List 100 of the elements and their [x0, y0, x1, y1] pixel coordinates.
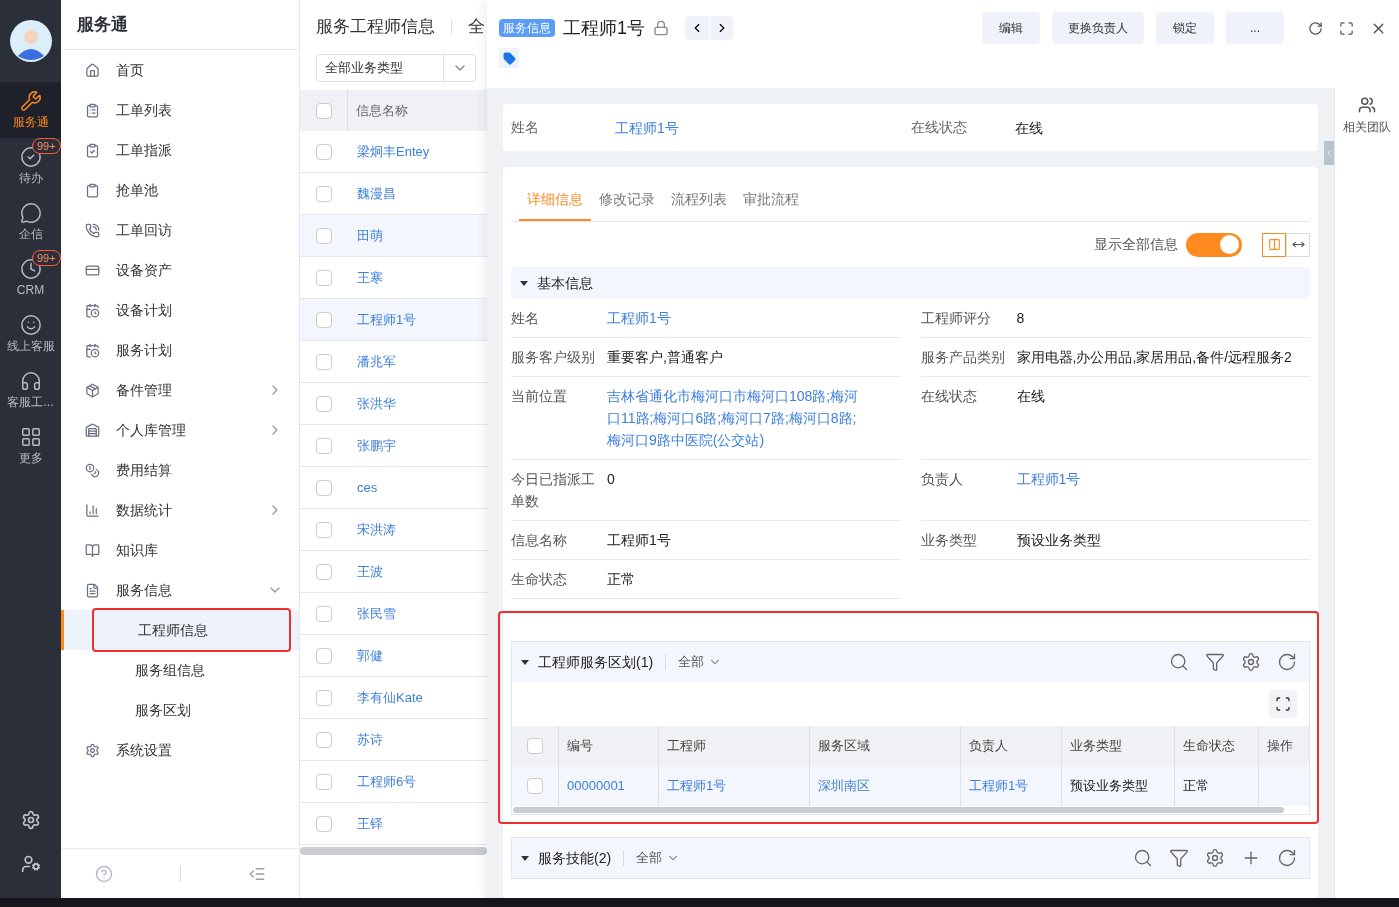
wide-view-button[interactable]	[1286, 232, 1310, 257]
checkbox[interactable]	[315, 102, 332, 119]
name-link[interactable]: 王波	[347, 561, 383, 582]
side-label[interactable]: 相关团队	[1343, 118, 1391, 136]
expand-button[interactable]	[1269, 690, 1297, 718]
avatar[interactable]	[9, 20, 52, 62]
value-link[interactable]: 工程师1号	[607, 307, 865, 329]
lock-icon[interactable]	[653, 20, 669, 36]
filter-icon[interactable]	[1169, 848, 1189, 868]
cell-link[interactable]: 00000001	[567, 776, 625, 796]
name-link[interactable]: 田萌	[347, 225, 383, 246]
toggle-switch[interactable]	[1186, 232, 1242, 257]
nav-subitem[interactable]: 服务区划	[61, 690, 299, 730]
caret-icon[interactable]	[520, 853, 530, 863]
action-button[interactable]: 编辑	[982, 12, 1040, 44]
nav-item[interactable]: 系统设置	[61, 730, 299, 770]
nav-item[interactable]: 抢单池	[61, 170, 299, 210]
cell-link[interactable]: 深圳南区	[818, 776, 870, 796]
caret-icon[interactable]	[519, 278, 529, 288]
detail-tab[interactable]: 审批流程	[735, 179, 807, 221]
user-list-icon[interactable]	[20, 854, 41, 874]
nav-item[interactable]: 服务计划	[61, 330, 299, 370]
name-link[interactable]: 宋洪涛	[347, 519, 396, 540]
checkbox[interactable]	[315, 647, 332, 664]
nav-item[interactable]: 设备计划	[61, 290, 299, 330]
checkbox[interactable]	[315, 395, 332, 412]
fullscreen-icon[interactable]	[1339, 20, 1354, 36]
nav-item[interactable]: 知识库	[61, 530, 299, 570]
checkbox[interactable]	[315, 353, 332, 370]
nav-item[interactable]: 首页	[61, 50, 299, 90]
name-link[interactable]: 工程师6号	[347, 771, 417, 792]
name-link[interactable]: 工程师1号	[347, 309, 417, 330]
value-link[interactable]: 工程师1号	[1016, 468, 1308, 490]
checkbox[interactable]	[315, 269, 332, 286]
name-link[interactable]: 梁炯丰Entey	[347, 141, 430, 162]
settings-icon[interactable]	[1205, 848, 1225, 868]
action-button[interactable]: 锁定	[1156, 12, 1214, 44]
refresh-icon[interactable]	[1308, 20, 1323, 36]
settings-icon[interactable]	[20, 810, 41, 830]
checkbox[interactable]	[315, 143, 332, 160]
rail-item[interactable]: CRM 99+	[0, 250, 61, 306]
checkbox[interactable]	[527, 738, 543, 754]
settings-icon[interactable]	[1241, 652, 1261, 672]
help-icon[interactable]	[94, 864, 113, 883]
nav-item[interactable]: 费用结算	[61, 450, 299, 490]
checkbox[interactable]	[315, 185, 332, 202]
rail-item[interactable]: 服务通	[0, 82, 61, 138]
cell-link[interactable]: 工程师1号	[667, 776, 727, 796]
list-row[interactable]: 工程师1号	[300, 299, 487, 341]
filter-dropdown[interactable]: 全部	[678, 652, 723, 672]
action-button[interactable]: 更换负责人	[1052, 12, 1144, 44]
name-link[interactable]: 王铎	[347, 813, 383, 834]
name-link[interactable]: 张民雪	[347, 603, 396, 624]
checkbox[interactable]	[315, 521, 332, 538]
name-link[interactable]: 苏诗	[347, 729, 383, 750]
scrollbar[interactable]	[300, 847, 487, 855]
rail-item[interactable]: 客服工...	[0, 362, 61, 418]
team-icon[interactable]	[1358, 96, 1376, 114]
checkbox[interactable]	[315, 689, 332, 706]
value-link[interactable]: 工程师1号	[615, 116, 679, 139]
checkbox[interactable]	[315, 731, 332, 748]
rail-item[interactable]: 企信	[0, 194, 61, 250]
detail-tab[interactable]: 详细信息	[519, 179, 591, 221]
filter-icon[interactable]	[1205, 652, 1225, 672]
checkbox[interactable]	[315, 815, 332, 832]
refresh-icon[interactable]	[1277, 652, 1297, 672]
name-link[interactable]: 郭健	[347, 645, 383, 666]
nav-item[interactable]: 服务信息	[61, 570, 299, 610]
name-link[interactable]: ces	[347, 477, 378, 498]
name-link[interactable]: 李有仙Kate	[347, 687, 423, 708]
name-link[interactable]: 王寒	[347, 267, 383, 288]
search-icon[interactable]	[1133, 848, 1153, 868]
scrollbar[interactable]	[513, 807, 1285, 813]
action-button[interactable]: ...	[1226, 12, 1284, 44]
checkbox[interactable]	[315, 479, 332, 496]
checkbox[interactable]	[315, 773, 332, 790]
nav-item[interactable]: 设备资产	[61, 250, 299, 290]
nav-item[interactable]: 备件管理	[61, 370, 299, 410]
name-link[interactable]: 张洪华	[347, 393, 396, 414]
nav-item[interactable]: 工单指派	[61, 130, 299, 170]
value-link[interactable]: 吉林省通化市梅河口市梅河口108路;梅河口11路;梅河口6路;梅河口7路;梅河口8路;梅河口9路中医院(公交站)	[607, 385, 865, 451]
checkbox[interactable]	[315, 605, 332, 622]
rail-item[interactable]: 待办 99+	[0, 138, 61, 194]
columns-view-button[interactable]	[1262, 232, 1286, 257]
tag-button[interactable]	[499, 48, 519, 68]
name-link[interactable]: 张鹏宇	[347, 435, 396, 456]
checkbox[interactable]	[527, 778, 543, 794]
checkbox[interactable]	[315, 437, 332, 454]
cell-link[interactable]: 工程师1号	[969, 776, 1029, 796]
rail-item[interactable]: 更多	[0, 418, 61, 474]
caret-icon[interactable]	[520, 657, 530, 667]
checkbox[interactable]	[315, 227, 332, 244]
detail-tab[interactable]: 流程列表	[663, 179, 735, 221]
nav-item[interactable]: 工单列表	[61, 90, 299, 130]
nav-subitem[interactable]: 服务组信息	[61, 650, 299, 690]
rail-item[interactable]: 线上客服	[0, 306, 61, 362]
refresh-icon[interactable]	[1277, 848, 1297, 868]
collapse-tab[interactable]	[1324, 141, 1334, 165]
checkbox[interactable]	[315, 563, 332, 580]
detail-tab[interactable]: 修改记录	[591, 179, 663, 221]
